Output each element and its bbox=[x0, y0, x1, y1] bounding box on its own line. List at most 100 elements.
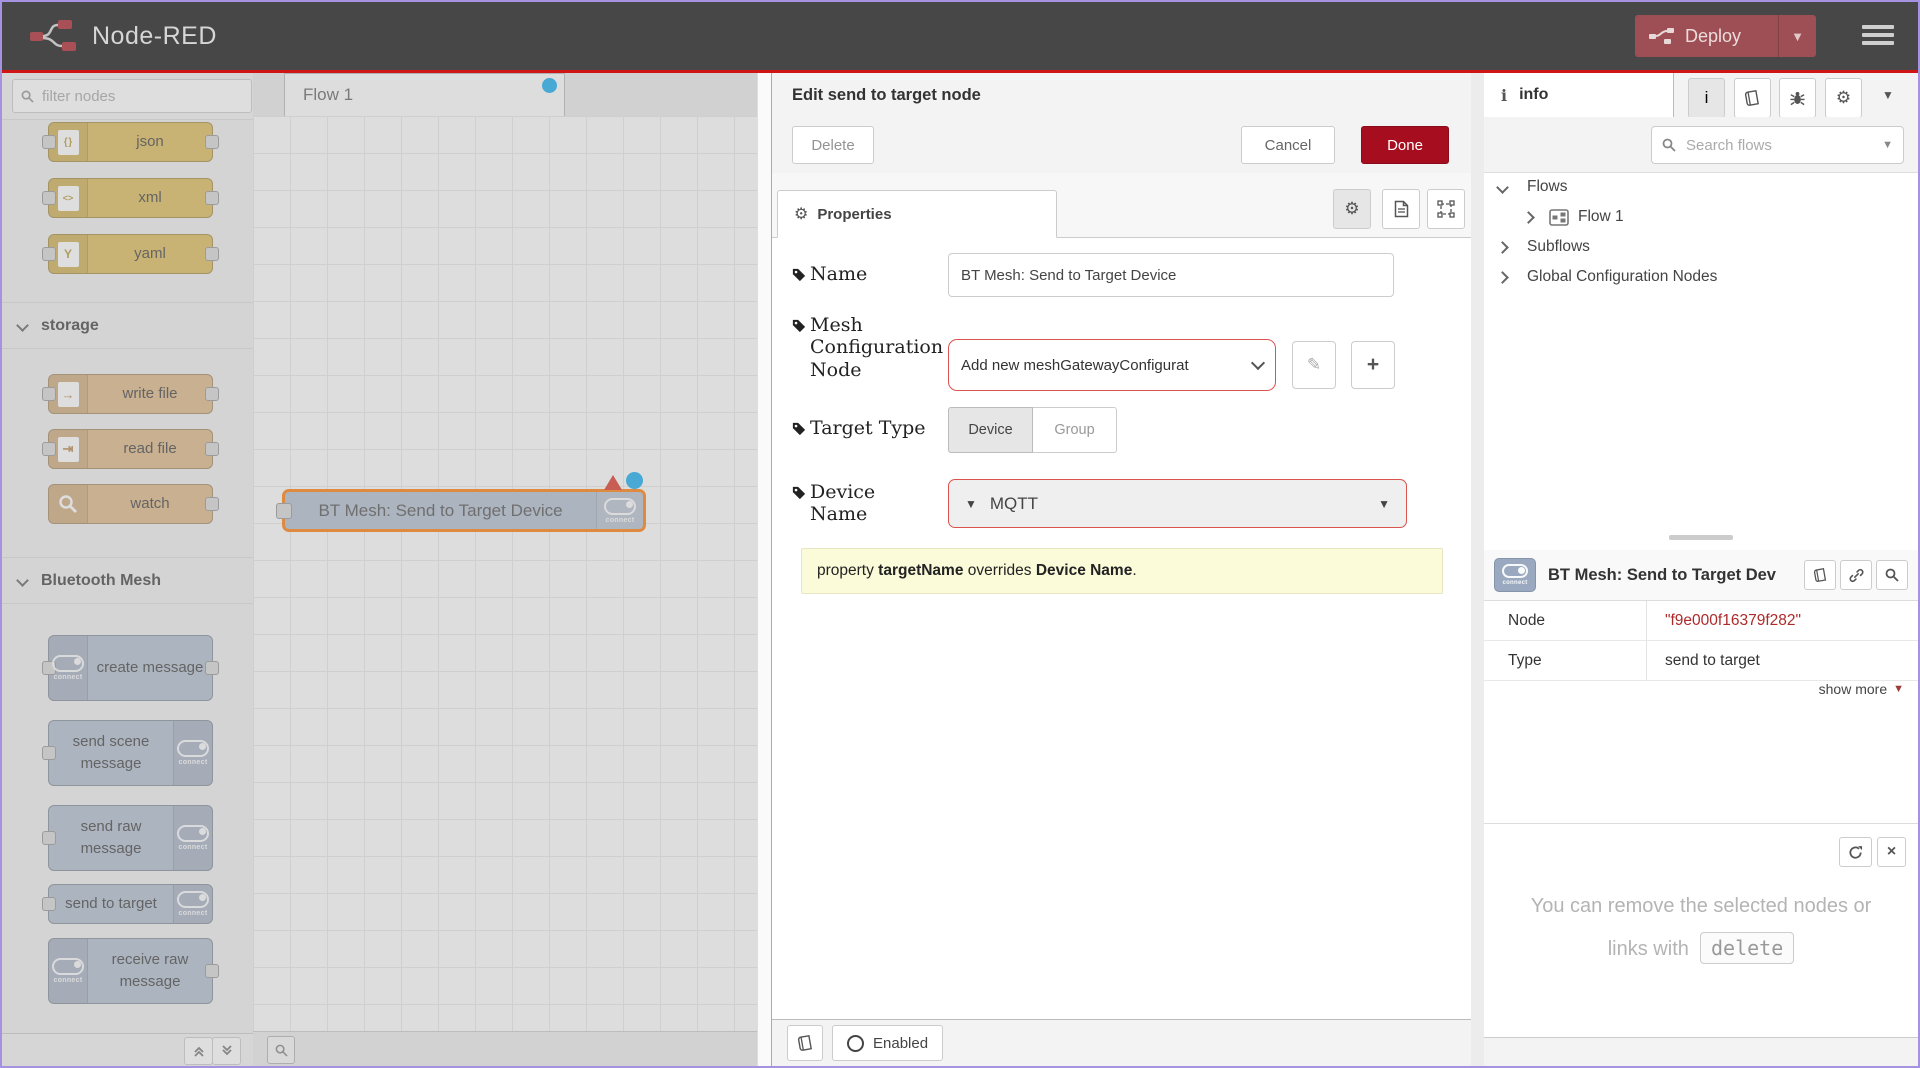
appearance-view-button[interactable] bbox=[1427, 189, 1465, 229]
sidebar-info-button[interactable]: i bbox=[1688, 78, 1725, 118]
show-more-link[interactable]: show more▼ bbox=[1819, 681, 1904, 697]
tray-resize-handle[interactable] bbox=[1471, 73, 1484, 1066]
node-info-table: Node "f9e000f16379f282" Type send to tar… bbox=[1484, 600, 1918, 681]
node-red-app: Node-RED Deploy ▼ bbox=[0, 0, 1920, 1068]
select-caret-icon bbox=[1251, 355, 1265, 369]
deploy-caret-icon[interactable]: ▼ bbox=[1779, 29, 1816, 44]
deploy-button[interactable]: Deploy ▼ bbox=[1635, 15, 1816, 57]
field-row-name: Name bbox=[792, 253, 1451, 297]
flows-tree: Flows Flow 1 Subflows Global Configurati… bbox=[1484, 172, 1918, 292]
gear-icon: ⚙ bbox=[1344, 199, 1359, 219]
app-header: Node-RED Deploy ▼ bbox=[2, 2, 1918, 73]
sidebar-splitter-handle[interactable] bbox=[1669, 535, 1733, 540]
sidebar-tab-bar: i info i ⚙ ▼ bbox=[1484, 73, 1918, 118]
tag-icon bbox=[792, 422, 806, 436]
done-button[interactable]: Done bbox=[1361, 126, 1449, 164]
right-sidebar: i info i ⚙ ▼ bbox=[1484, 73, 1918, 1066]
field-row-target-type: Target Type Device Group bbox=[792, 407, 1451, 453]
tag-icon bbox=[792, 486, 806, 500]
box-select-icon bbox=[1437, 200, 1455, 218]
edit-dialog-tabs: ⚙ Properties ⚙ bbox=[772, 173, 1471, 238]
caret-down-icon: ▼ bbox=[1378, 497, 1390, 511]
sidebar-footer bbox=[1484, 1037, 1918, 1066]
node-id-value[interactable]: "f9e000f16379f282" bbox=[1647, 601, 1801, 640]
link-icon bbox=[1849, 568, 1864, 583]
property-override-notice: property targetName overrides Device Nam… bbox=[801, 548, 1443, 594]
chevron-down-icon bbox=[1496, 181, 1509, 194]
tree-item-subflows[interactable]: Subflows bbox=[1484, 232, 1918, 262]
edit-dialog-toolbar: Delete Cancel Done bbox=[772, 117, 1471, 174]
edit-dialog-title: Edit send to target node bbox=[772, 73, 1471, 118]
table-row-type: Type send to target bbox=[1484, 641, 1918, 681]
edit-dialog-footer: Enabled bbox=[772, 1019, 1471, 1066]
field-row-mesh-config: Mesh Configuration Node Add new meshGate… bbox=[792, 314, 1451, 391]
book-icon bbox=[796, 1033, 814, 1052]
help-panel-divider bbox=[1484, 823, 1918, 824]
sidebar-help-button[interactable] bbox=[1734, 78, 1771, 118]
node-type-value: send to target bbox=[1647, 641, 1760, 680]
gear-icon: ⚙ bbox=[794, 204, 808, 224]
node-help-button[interactable] bbox=[1804, 560, 1836, 590]
tree-item-global-config[interactable]: Global Configuration Nodes bbox=[1484, 262, 1918, 292]
copy-link-button[interactable] bbox=[1840, 560, 1872, 590]
caret-down-icon: ▼ bbox=[1893, 683, 1904, 695]
tab-info[interactable]: i info bbox=[1484, 73, 1674, 117]
node-enabled-toggle[interactable]: Enabled bbox=[832, 1025, 943, 1061]
field-row-device-name: Device Name ▼ MQTT ▼ bbox=[792, 479, 1451, 528]
node-help-button[interactable] bbox=[787, 1025, 823, 1061]
target-type-group-button[interactable]: Group bbox=[1033, 407, 1117, 453]
refresh-icon bbox=[1848, 845, 1863, 860]
close-tip-button[interactable]: × bbox=[1877, 837, 1906, 867]
delete-button[interactable]: Delete bbox=[792, 126, 874, 164]
edit-form: Name Mesh Configuration Node Add new mes… bbox=[772, 237, 1471, 1020]
search-icon bbox=[1662, 138, 1676, 152]
book-icon bbox=[1812, 566, 1827, 583]
chevron-right-icon bbox=[1522, 211, 1535, 224]
tab-properties[interactable]: ⚙ Properties bbox=[777, 190, 1057, 238]
description-view-button[interactable] bbox=[1382, 189, 1420, 229]
device-name-dropdown[interactable]: ▼ MQTT ▼ bbox=[948, 479, 1407, 528]
sidebar-config-button[interactable]: ⚙ bbox=[1825, 78, 1862, 118]
search-flows-box[interactable]: ▼ bbox=[1651, 126, 1904, 164]
help-panel-buttons: × bbox=[1834, 837, 1906, 867]
sidebar-more-tabs-caret[interactable]: ▼ bbox=[1882, 88, 1894, 102]
tree-item-flow-1[interactable]: Flow 1 bbox=[1484, 202, 1918, 232]
name-input[interactable] bbox=[948, 253, 1394, 297]
target-type-device-button[interactable]: Device bbox=[948, 407, 1033, 453]
flow-icon bbox=[1549, 209, 1569, 226]
mesh-config-select[interactable]: Add new meshGatewayConfigurat bbox=[948, 339, 1276, 391]
tag-icon bbox=[792, 268, 806, 282]
refresh-tip-button[interactable] bbox=[1839, 837, 1872, 867]
help-tip-text: You can remove the selected nodes or lin… bbox=[1484, 885, 1918, 970]
document-icon bbox=[1394, 200, 1409, 218]
mesh-config-label: Mesh Configuration Node bbox=[792, 314, 948, 381]
search-flows-input[interactable] bbox=[1684, 136, 1882, 155]
magnifier-icon bbox=[1885, 568, 1899, 582]
node-info-title: BT Mesh: Send to Target Dev bbox=[1548, 566, 1800, 585]
cancel-button[interactable]: Cancel bbox=[1241, 126, 1335, 164]
node-red-logo: Node-RED bbox=[28, 18, 217, 54]
target-type-label: Target Type bbox=[792, 407, 948, 439]
device-name-label: Device Name bbox=[792, 479, 948, 526]
info-icon: i bbox=[1501, 86, 1507, 105]
chevron-right-icon bbox=[1496, 271, 1509, 284]
enabled-status-icon bbox=[847, 1035, 864, 1052]
properties-view-button[interactable]: ⚙ bbox=[1333, 189, 1371, 229]
node-red-logo-icon bbox=[28, 18, 80, 54]
plus-icon: + bbox=[1367, 353, 1379, 377]
find-node-button[interactable] bbox=[1876, 560, 1908, 590]
add-config-button[interactable]: + bbox=[1351, 341, 1395, 389]
pencil-icon: ✎ bbox=[1307, 355, 1321, 375]
edit-config-button[interactable]: ✎ bbox=[1292, 341, 1336, 389]
sidebar-debug-button[interactable] bbox=[1779, 78, 1816, 118]
edit-tray: Edit send to target node Delete Cancel D… bbox=[771, 73, 1471, 1066]
search-options-caret[interactable]: ▼ bbox=[1882, 139, 1893, 151]
canvas-scrollbar[interactable] bbox=[757, 73, 772, 1066]
main-menu-button[interactable] bbox=[1862, 25, 1894, 49]
gear-icon: ⚙ bbox=[1836, 88, 1851, 108]
caret-down-icon: ▼ bbox=[965, 497, 977, 511]
tree-item-flows[interactable]: Flows bbox=[1484, 172, 1918, 202]
node-info-header: connect BT Mesh: Send to Target Dev bbox=[1484, 550, 1918, 600]
delete-key-badge: delete bbox=[1700, 932, 1794, 964]
deploy-label: Deploy bbox=[1685, 26, 1741, 47]
